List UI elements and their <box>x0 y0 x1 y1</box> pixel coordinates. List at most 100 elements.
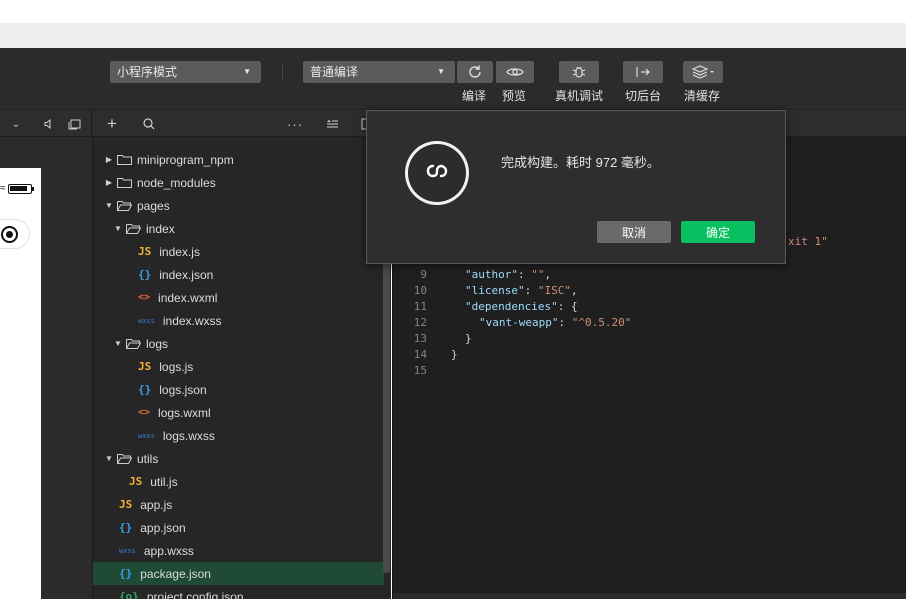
json-key: "author" <box>465 268 518 281</box>
tree-item-label: logs.wxml <box>158 405 211 420</box>
tree-item-logs-wxss[interactable]: wxss logs.wxss <box>93 424 384 447</box>
wxml-file-icon: <> <box>138 292 151 303</box>
title-bar <box>0 23 906 48</box>
preview-label: 预览 <box>502 89 527 103</box>
tree-item-project-config-json[interactable]: {o} project.config.json <box>93 585 384 599</box>
js-file-icon: JS <box>129 475 143 488</box>
line-number: 13 <box>413 332 427 345</box>
battery-tip <box>32 187 34 191</box>
json-file-icon: {} <box>119 567 133 580</box>
tree-item-logs-folder[interactable]: ▼ logs <box>93 332 384 355</box>
switch-background-icon <box>636 67 650 77</box>
background-label: 切后台 <box>625 89 662 103</box>
config-file-icon: {o} <box>119 590 139 599</box>
background-button[interactable] <box>623 61 663 83</box>
chevron-right-icon: ▶ <box>105 178 113 187</box>
collapse-icon[interactable] <box>322 110 342 138</box>
js-file-icon: JS <box>119 498 133 511</box>
add-icon[interactable]: + <box>103 110 121 138</box>
wxml-file-icon: <> <box>138 407 151 418</box>
code-line-10: "license": "ISC", <box>465 284 578 297</box>
clear-cache-button[interactable] <box>683 61 723 83</box>
tree-item-node-modules[interactable]: ▶ node_modules <box>93 171 384 194</box>
js-file-icon: JS <box>138 360 152 373</box>
chevron-down-icon: ▼ <box>105 201 113 210</box>
more-icon[interactable]: ··· <box>285 110 305 138</box>
tree-item-label: node_modules <box>137 175 216 190</box>
tree-item-package-json[interactable]: {} package.json <box>93 562 384 585</box>
capsule-button[interactable] <box>0 219 30 249</box>
tree-item-label: app.js <box>140 497 173 512</box>
layers-icon <box>691 65 714 79</box>
compile-mode-value: 普通编译 <box>310 65 359 79</box>
chevron-down-icon: ▼ <box>243 67 251 76</box>
json-file-icon: {} <box>138 383 152 396</box>
mode-select-value: 小程序模式 <box>117 65 178 79</box>
dialog-message: 完成构建。耗时 972 毫秒。 <box>501 155 660 170</box>
tree-item-index-js[interactable]: JS index.js <box>93 240 384 263</box>
tree-item-index-wxml[interactable]: <> index.wxml <box>93 286 384 309</box>
compile-label: 编译 <box>462 89 487 103</box>
code-line-12: "vant-weapp": "^0.5.20" <box>479 316 632 329</box>
compile-mode-select[interactable]: 普通编译 ▼ <box>303 61 455 83</box>
line-number: 10 <box>413 284 427 297</box>
wxss-file-icon: wxss <box>138 431 155 440</box>
devtools-window: 小程序模式 ▼ 普通编译 ▼ 编译 预览 真机调试 切后台 清缓存 ⌄ + ··… <box>0 0 906 599</box>
tree-item-label: index.wxml <box>158 290 218 305</box>
code-line-13: } <box>465 332 472 345</box>
compile-button[interactable] <box>457 61 493 83</box>
tree-item-index-wxss[interactable]: wxss index.wxss <box>93 309 384 332</box>
tree-item-logs-json[interactable]: {} logs.json <box>93 378 384 401</box>
mode-select[interactable]: 小程序模式 ▼ <box>110 61 261 83</box>
folder-icon <box>117 178 132 188</box>
tree-item-index-json[interactable]: {} index.json <box>93 263 384 286</box>
folder-open-icon <box>117 454 132 464</box>
tree-item-label: util.js <box>150 474 178 489</box>
tree-item-logs-js[interactable]: JS logs.js <box>93 355 384 378</box>
tree-item-label: logs.wxss <box>162 428 215 443</box>
line-number: 14 <box>413 348 427 361</box>
tree-item-utils[interactable]: ▼ utils <box>93 447 384 470</box>
code-line-11: "dependencies": { <box>465 300 578 313</box>
json-key: "vant-weapp" <box>479 316 559 329</box>
tree-item-app-js[interactable]: JS app.js <box>93 493 384 516</box>
logo-inner <box>408 144 466 202</box>
tree-item-label: index.wxss <box>162 313 222 328</box>
main-toolbar: 小程序模式 ▼ 普通编译 ▼ 编译 预览 真机调试 切后台 清缓存 <box>0 48 906 109</box>
tree-item-label: app.json <box>140 520 186 535</box>
json-file-icon: {} <box>119 521 133 534</box>
tree-item-logs-wxml[interactable]: <> logs.wxml <box>93 401 384 424</box>
chevron-down-icon[interactable]: ⌄ <box>8 110 24 138</box>
line-number: 15 <box>413 364 427 377</box>
tree-item-pages[interactable]: ▼ pages <box>93 194 384 217</box>
cancel-button[interactable]: 取消 <box>597 221 671 243</box>
tree-item-miniprogram-npm[interactable]: ▶ miniprogram_npm <box>93 148 384 171</box>
tree-item-label: logs.json <box>159 382 207 397</box>
tree-item-util-js[interactable]: JS util.js <box>93 470 384 493</box>
tree-item-label: logs <box>146 336 169 351</box>
tree-item-app-wxss[interactable]: wxss app.wxss <box>93 539 384 562</box>
battery-icon <box>8 184 32 194</box>
code-line-9: "author": "", <box>465 268 552 281</box>
top-margin <box>0 0 906 23</box>
panel-divider <box>91 110 92 138</box>
volume-icon[interactable] <box>40 110 56 138</box>
search-icon[interactable] <box>140 110 158 138</box>
window-icon[interactable] <box>65 110 83 138</box>
remote-debug-button[interactable] <box>559 61 599 83</box>
editor-horizontal-scrollbar[interactable] <box>393 593 906 599</box>
preview-button[interactable] <box>496 61 534 83</box>
chevron-down-icon: ▼ <box>114 339 122 348</box>
status-bar-fragment: ≈ <box>0 183 6 194</box>
js-file-icon: JS <box>138 245 152 258</box>
json-value: "" <box>531 268 545 281</box>
folder-open-icon <box>126 339 141 349</box>
phone-screen: ≈ <box>0 168 41 599</box>
tree-item-label: index <box>146 221 175 236</box>
eye-icon <box>506 68 524 76</box>
tree-item-index-folder[interactable]: ▼ index <box>93 217 384 240</box>
clear-cache-label: 清缓存 <box>684 89 721 103</box>
tree-item-app-json[interactable]: {} app.json <box>93 516 384 539</box>
chevron-down-icon: ▼ <box>114 224 122 233</box>
confirm-button[interactable]: 确定 <box>681 221 755 243</box>
